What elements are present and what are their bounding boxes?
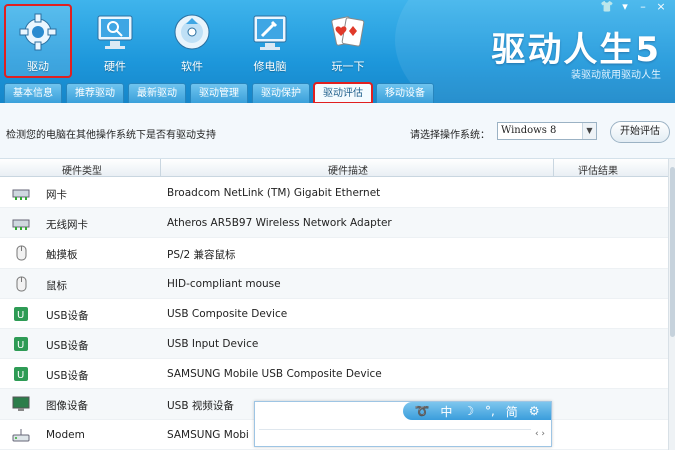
table-scrollbar[interactable]	[668, 159, 675, 450]
column-divider	[160, 159, 161, 177]
svg-text:U: U	[17, 310, 24, 321]
hardware-type: 网卡	[46, 189, 67, 201]
tab-latest[interactable]: 最新驱动	[128, 83, 186, 103]
punctuation-icon[interactable]: °,	[485, 404, 495, 418]
tab-basic-info[interactable]: 基本信息	[4, 83, 62, 103]
hardware-desc: Broadcom NetLink (TM) Gigabit Ethernet	[167, 187, 381, 199]
header-hardware-desc: 硬件描述	[328, 166, 368, 177]
gear-icon[interactable]: ⚙	[529, 404, 540, 418]
ime-divider	[259, 429, 531, 430]
scrollbar-thumb[interactable]	[670, 167, 675, 337]
hardware-desc: USB 视频设备	[167, 400, 234, 413]
nav-play[interactable]: 玩一下	[316, 6, 380, 76]
tab-bar: 基本信息 推荐驱动 最新驱动 驱动管理 驱动保护 驱动评估 移动设备	[0, 82, 438, 104]
network-card-icon	[12, 215, 30, 231]
nav-hardware[interactable]: 硬件	[83, 6, 147, 76]
menu-icon[interactable]: ▾	[617, 0, 633, 14]
tab-recommended[interactable]: 推荐驱动	[66, 83, 124, 103]
hardware-desc: SAMSUNG Mobile USB Composite Device	[167, 368, 382, 381]
hardware-desc: SAMSUNG Mobi	[167, 428, 249, 441]
tab-mobile[interactable]: 移动设备	[376, 83, 434, 103]
slogan: 装驱动就用驱动人生	[571, 70, 661, 81]
moon-icon[interactable]: ☽	[463, 404, 474, 418]
hardware-type: 鼠标	[46, 279, 67, 292]
hardware-desc: Atheros AR5B97 Wireless Network Adapter	[167, 217, 392, 230]
cards-icon	[326, 10, 370, 54]
table-row[interactable]: 无线网卡 Atheros AR5B97 Wireless Network Ada…	[0, 208, 668, 239]
evaluation-toolbar: 检测您的电脑在其他操作系统下是否有驱动支持 请选择操作系统： Windows 8…	[0, 103, 675, 159]
hardware-desc: PS/2 兼容鼠标	[167, 249, 236, 262]
os-select[interactable]: Windows 8 ▼	[497, 122, 597, 140]
column-divider	[553, 159, 554, 177]
table-header: 硬件类型 硬件描述 评估结果	[0, 159, 668, 177]
header-hardware-type: 硬件类型	[62, 166, 102, 177]
skin-icon[interactable]: 👕	[599, 0, 615, 14]
tab-protection[interactable]: 驱动保护	[252, 83, 310, 103]
monitor-icon	[93, 10, 137, 54]
gear-icon	[16, 10, 60, 54]
toolbox-icon	[248, 10, 292, 54]
os-select-value: Windows 8	[501, 125, 557, 136]
nav-software-label: 软件	[181, 60, 203, 73]
hardware-desc: USB Input Device	[167, 337, 259, 350]
hardware-type: USB设备	[46, 370, 89, 383]
table-row[interactable]: 鼠标 HID-compliant mouse	[0, 268, 668, 299]
nav-repair-label: 修电脑	[253, 60, 287, 73]
brand-logo: 驱动人生5	[491, 30, 661, 70]
close-icon[interactable]: ×	[653, 0, 669, 14]
ime-toolbar: ➰ 中 ☽ °, 简 ⚙	[403, 402, 551, 420]
hardware-type: USB设备	[46, 339, 89, 352]
table-row[interactable]: 触摸板 PS/2 兼容鼠标	[0, 238, 668, 269]
table-row[interactable]: U USB设备 SAMSUNG Mobile USB Composite Dev…	[0, 359, 668, 390]
hardware-type: 图像设备	[46, 400, 88, 413]
ime-window: ➰ 中 ☽ °, 简 ⚙ ‹ ›	[254, 401, 552, 447]
table-row[interactable]: 网卡 Broadcom NetLink (TM) Gigabit Etherne…	[0, 178, 668, 209]
chevron-down-icon[interactable]: ▼	[582, 123, 596, 139]
display-icon	[12, 396, 30, 412]
disc-icon	[170, 10, 214, 54]
table-row[interactable]: U USB设备 USB Input Device	[0, 328, 668, 360]
nav-play-label: 玩一下	[331, 60, 365, 73]
header-result: 评估结果	[578, 166, 618, 177]
tab-management[interactable]: 驱动管理	[190, 83, 248, 103]
network-card-icon	[12, 185, 30, 201]
hardware-desc: HID-compliant mouse	[167, 277, 281, 290]
hardware-type: 无线网卡	[46, 219, 88, 232]
usb-icon: U	[12, 336, 30, 352]
ime-logo-icon[interactable]: ➰	[414, 404, 429, 418]
nav-drivers-label: 驱动	[27, 60, 49, 73]
svg-text:U: U	[17, 340, 24, 351]
window-controls: 👕 ▾ – ×	[599, 0, 669, 14]
nav-repair[interactable]: 修电脑	[238, 6, 302, 76]
ime-chinese-mode[interactable]: 中	[440, 403, 452, 420]
os-label: 请选择操作系统：	[410, 130, 490, 141]
hardware-type: 触摸板	[46, 249, 78, 262]
usb-icon: U	[12, 366, 30, 382]
usb-icon: U	[12, 306, 30, 322]
ime-simplified-mode[interactable]: 简	[506, 403, 518, 420]
hardware-type: Modem	[46, 428, 85, 441]
nav-drivers[interactable]: 驱动	[4, 4, 72, 78]
start-evaluation-button[interactable]: 开始评估	[610, 121, 670, 143]
hardware-desc: USB Composite Device	[167, 307, 288, 320]
modem-icon	[12, 427, 30, 443]
svg-text:U: U	[17, 370, 24, 381]
hardware-type: USB设备	[46, 309, 89, 322]
ime-page-nav[interactable]: ‹ ›	[535, 429, 545, 439]
nav-hardware-label: 硬件	[104, 60, 126, 73]
table-row[interactable]: U USB设备 USB Composite Device	[0, 299, 668, 329]
nav-software[interactable]: 软件	[160, 6, 224, 76]
tab-evaluation[interactable]: 驱动评估	[313, 82, 373, 104]
mouse-icon	[12, 245, 30, 261]
minimize-icon[interactable]: –	[635, 0, 651, 14]
description-text: 检测您的电脑在其他操作系统下是否有驱动支持	[6, 130, 216, 141]
mouse-icon	[12, 276, 30, 292]
